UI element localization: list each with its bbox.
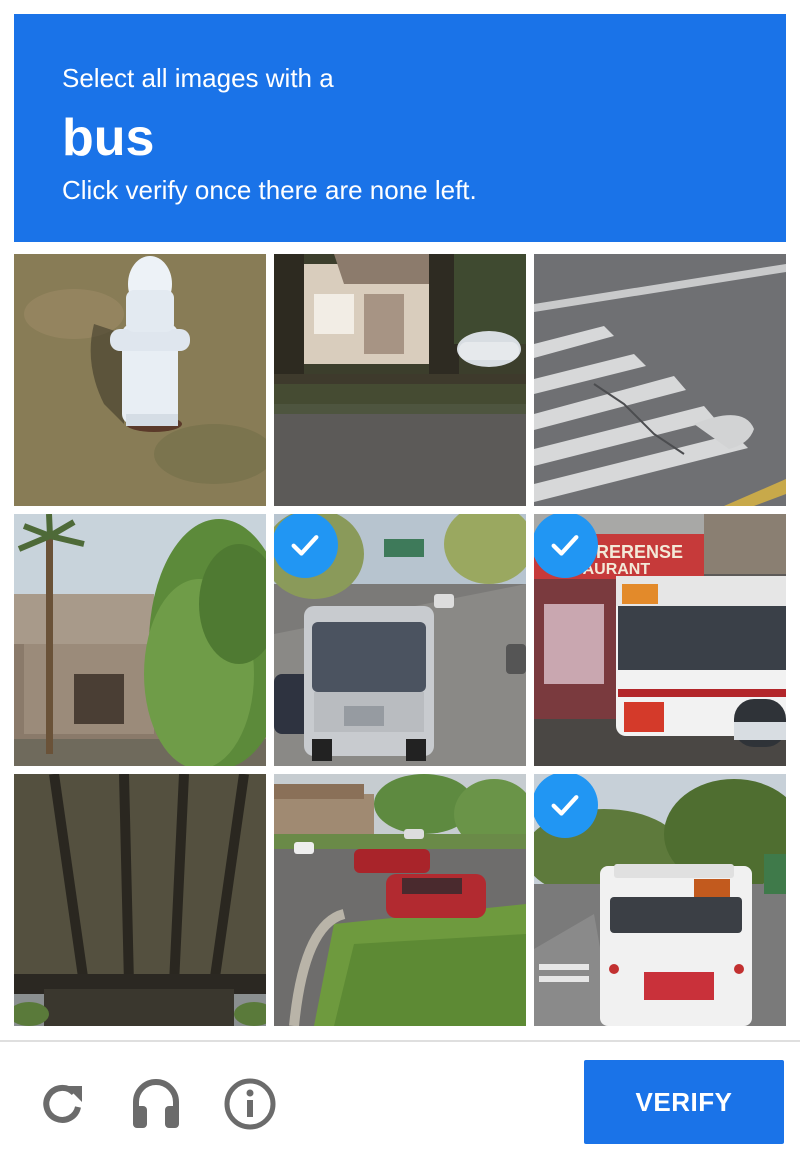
grid-tile-2[interactable] xyxy=(274,254,526,506)
tile-image xyxy=(534,254,786,506)
tile-image xyxy=(274,774,526,1026)
grid-tile-8[interactable] xyxy=(274,774,526,1026)
grid-tile-7[interactable] xyxy=(14,774,266,1026)
audio-challenge-button[interactable] xyxy=(128,1076,184,1132)
checkmark-icon xyxy=(291,535,319,556)
grid-tile-3[interactable] xyxy=(534,254,786,506)
tile-image xyxy=(14,254,266,506)
grid-tile-5[interactable] xyxy=(274,514,526,766)
image-grid: ERERENSE TAURANT xyxy=(14,254,786,1026)
checkmark-icon xyxy=(551,535,579,556)
headphones-icon xyxy=(133,1079,179,1128)
checkmark-icon xyxy=(551,795,579,816)
tile-image xyxy=(14,514,266,766)
grid-tile-4[interactable] xyxy=(14,514,266,766)
info-icon xyxy=(224,1078,276,1130)
challenge-header: Select all images with a bus Click verif… xyxy=(14,14,786,242)
instruction-text: Select all images with a xyxy=(62,63,334,93)
tile-image xyxy=(274,254,526,506)
reload-icon xyxy=(43,1084,82,1123)
footer-divider xyxy=(0,1040,800,1042)
verify-button[interactable]: VERIFY xyxy=(584,1060,784,1144)
help-info-button[interactable] xyxy=(222,1076,278,1132)
tile-image xyxy=(14,774,266,1026)
grid-tile-9[interactable] xyxy=(534,774,786,1026)
grid-tile-1[interactable] xyxy=(14,254,266,506)
grid-tile-6[interactable]: ERERENSE TAURANT xyxy=(534,514,786,766)
svg-text:ERERENSE: ERERENSE xyxy=(584,542,683,562)
target-object-label: bus xyxy=(62,109,155,167)
instruction-subtext: Click verify once there are none left. xyxy=(62,175,477,205)
reload-button[interactable] xyxy=(34,1076,90,1132)
